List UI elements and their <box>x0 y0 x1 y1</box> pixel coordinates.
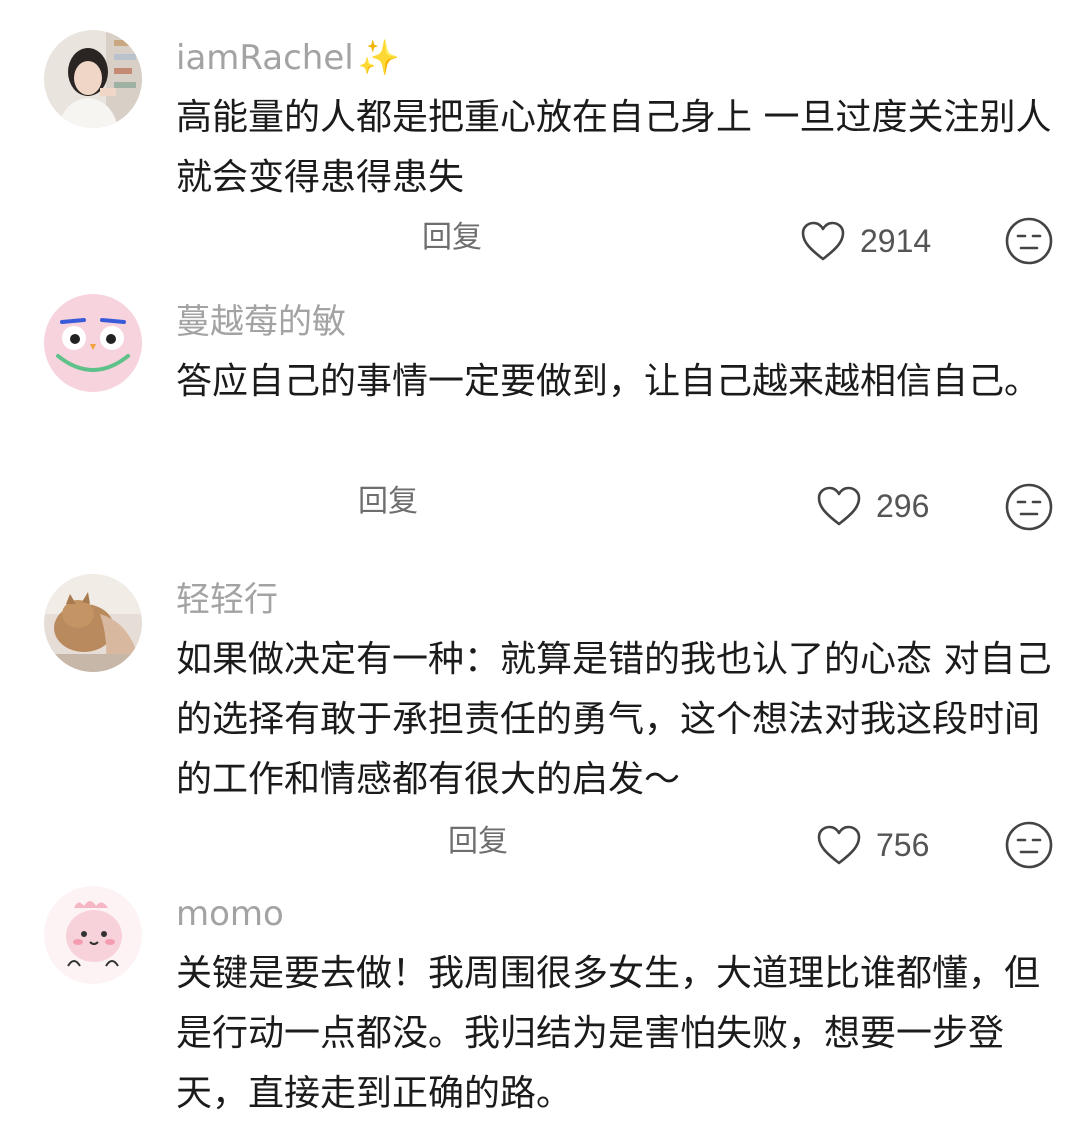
like-button[interactable]: 296 <box>816 485 929 527</box>
heart-icon <box>817 825 861 865</box>
like-count: 756 <box>876 827 930 863</box>
like-count: 2914 <box>860 223 932 259</box>
unamused-face-icon <box>1005 217 1053 265</box>
comment-text: 如果做决定有一种：就算是错的我也认了的心态 对自己的选择有敢于承担责任的勇气，这… <box>176 639 1052 800</box>
user-avatar[interactable] <box>44 294 142 392</box>
unamused-face-icon <box>1005 821 1053 869</box>
username-text: iamRachel <box>176 38 354 78</box>
unamused-face-icon <box>1005 483 1053 531</box>
username[interactable]: 轻轻行 <box>176 580 278 620</box>
comment-text: 关键是要去做！我周围很多女生，大道理比谁都懂，但是行动一点都没。我归结为是害怕失… <box>176 953 1041 1114</box>
comment-text: 答应自己的事情一定要做到，让自己越来越相信自己。 <box>176 361 1041 402</box>
dislike-button[interactable] <box>1004 820 1054 870</box>
user-avatar[interactable] <box>44 886 142 984</box>
like-button[interactable]: 2914 <box>800 220 931 262</box>
pink-cartoon-owl-avatar-icon <box>44 294 142 392</box>
user-avatar[interactable] <box>44 30 142 128</box>
dislike-button[interactable] <box>1004 216 1054 266</box>
reply-button[interactable]: 回复 <box>448 824 508 860</box>
cat-photo-avatar-icon <box>44 574 142 672</box>
like-button[interactable]: 756 <box>816 824 929 866</box>
pink-cartoon-dino-avatar-icon <box>44 886 142 984</box>
heart-icon <box>801 221 845 261</box>
comment-text: 高能量的人都是把重心放在自己身上 一旦过度关注别人 就会变得患得患失 <box>176 97 1052 198</box>
reply-button[interactable]: 回复 <box>422 220 482 256</box>
heart-icon <box>817 486 861 526</box>
person-photo-avatar-icon <box>44 30 142 128</box>
username[interactable]: 蔓越莓的敏 <box>176 302 346 342</box>
like-count: 296 <box>876 488 930 524</box>
reply-button[interactable]: 回复 <box>358 484 418 520</box>
username[interactable]: iamRachel ✨ <box>176 38 400 78</box>
dislike-button[interactable] <box>1004 482 1054 532</box>
sparkles-icon: ✨ <box>357 38 401 78</box>
user-avatar[interactable] <box>44 574 142 672</box>
username[interactable]: momo <box>176 894 284 934</box>
